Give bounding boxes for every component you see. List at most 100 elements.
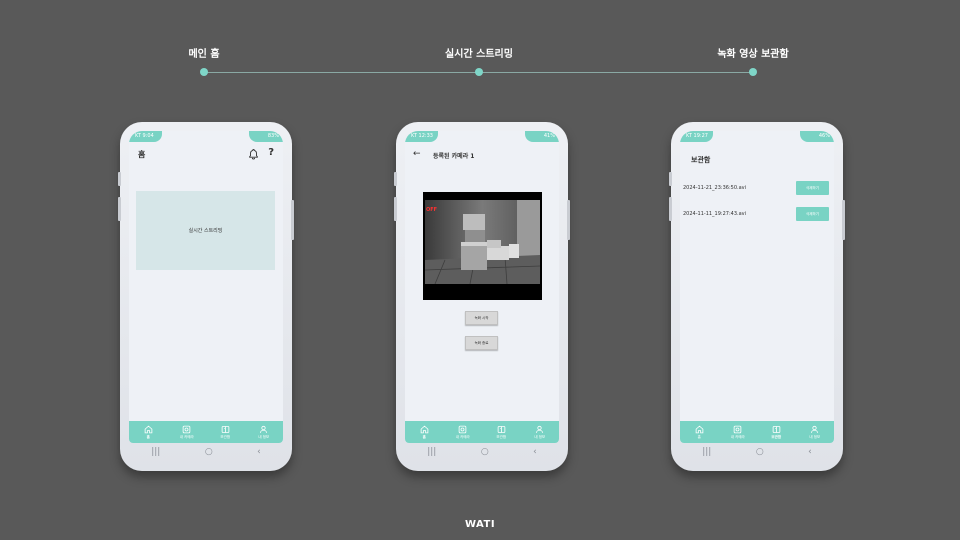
nav-label: 내 카메라 [730,434,745,439]
camera-icon [182,425,191,433]
power-button [291,200,294,240]
screen: KT 9:04 83% 홈 ? 실시간 스트리밍 홈 내 카메라 보관함 내 정… [129,131,283,443]
step-label-live-streaming: 실시간 스트리밍 [445,49,513,60]
recents-icon[interactable]: ||| [427,447,436,457]
page-title: 보관함 [691,156,711,164]
system-back-icon[interactable]: ‹ [533,447,537,457]
nav-item-my-camera[interactable]: 내 카메라 [448,421,478,443]
system-nav: ||| ○ ‹ [129,443,283,461]
status-bar: KT 12:33 41% [405,131,559,143]
nav-label: 내 카메라 [179,434,194,439]
power-button [567,200,570,240]
nav-item-my-info[interactable]: 내 정보 [525,421,555,443]
home-icon [144,425,153,433]
volume-button [118,172,121,186]
phone-live-streaming: KT 12:33 41% ← 등록된 카메라 1 OFF 녹화 시작 녹화 종료… [394,122,570,471]
screen: KT 19:27 46% 보관함 2024-11-21_23:36:50.avi… [680,131,834,443]
nav-label: 보관함 [496,434,507,439]
nav-item-home[interactable]: 홈 [684,421,714,443]
recents-icon[interactable]: ||| [702,447,711,457]
brand-logo: WATI [464,519,496,530]
nav-label: 보관함 [771,434,782,439]
nav-label: 내 정보 [534,434,546,439]
nav-label: 홈 [422,434,426,439]
step-label-recording-storage: 녹화 영상 보관함 [717,49,789,60]
volume-button [118,197,121,221]
timeline-dot [200,68,208,76]
camera-icon [458,425,467,433]
camera-off-indicator: OFF [426,207,438,213]
status-bar: KT 19:27 46% [680,131,834,143]
step-label-main-home: 메인 홈 [188,49,220,60]
home-icon [420,425,429,433]
system-home-icon[interactable]: ○ [756,447,764,457]
user-icon [536,425,544,433]
recording-filename[interactable]: 2024-11-21_23:36:50.avi [683,185,746,191]
nav-label: 홈 [697,434,701,439]
bottom-nav: 홈 내 카메라 보관함 내 정보 [405,421,559,443]
status-carrier-time: KT 12:33 [405,131,438,142]
record-start-button[interactable]: 녹화 시작 [465,311,498,325]
camera-feed-image [425,200,540,284]
nav-item-home[interactable]: 홈 [409,421,439,443]
record-stop-button[interactable]: 녹화 종료 [465,336,498,350]
status-carrier-time: KT 9:04 [129,131,162,142]
phone-home: KT 9:04 83% 홈 ? 실시간 스트리밍 홈 내 카메라 보관함 내 정… [118,122,294,471]
system-back-icon[interactable]: ‹ [257,447,261,457]
storage-icon [772,425,781,433]
system-nav: ||| ○ ‹ [405,443,559,461]
camera-feed: OFF [423,192,542,300]
screen: KT 12:33 41% ← 등록된 카메라 1 OFF 녹화 시작 녹화 종료… [405,131,559,443]
user-icon [260,425,268,433]
page-title: 홈 [138,150,146,159]
user-icon [811,425,819,433]
nav-label: 내 정보 [258,434,270,439]
system-home-icon[interactable]: ○ [205,447,213,457]
nav-item-storage[interactable]: 보관함 [486,421,516,443]
status-battery: 41% [525,131,559,142]
status-carrier-time: KT 19:27 [680,131,713,142]
timeline-dot [475,68,483,76]
status-battery: 46% [800,131,834,142]
system-back-icon[interactable]: ‹ [808,447,812,457]
nav-label: 내 정보 [809,434,821,439]
volume-button [669,197,672,221]
nav-item-home[interactable]: 홈 [133,421,163,443]
nav-item-storage[interactable]: 보관함 [210,421,240,443]
recording-filename[interactable]: 2024-11-11_19:27:43.avi [683,211,746,217]
storage-icon [497,425,506,433]
camera-icon [733,425,742,433]
nav-label: 내 카메라 [455,434,470,439]
volume-button [669,172,672,186]
list-item: 2024-11-21_23:36:50.avi 삭제하기 [683,181,829,195]
phone-storage: KT 19:27 46% 보관함 2024-11-21_23:36:50.avi… [669,122,845,471]
camera-title: 등록된 카메라 1 [433,153,475,160]
nav-item-my-camera[interactable]: 내 카메라 [172,421,202,443]
home-icon [695,425,704,433]
delete-button[interactable]: 삭제하기 [796,207,829,221]
nav-item-my-info[interactable]: 내 정보 [249,421,279,443]
live-streaming-card[interactable]: 실시간 스트리밍 [136,191,275,270]
volume-button [394,197,397,221]
bottom-nav: 홈 내 카메라 보관함 내 정보 [129,421,283,443]
live-streaming-label: 실시간 스트리밍 [188,228,223,234]
nav-label: 보관함 [220,434,231,439]
help-icon[interactable]: ? [268,147,274,158]
volume-button [394,172,397,186]
bell-icon[interactable] [248,148,259,160]
recents-icon[interactable]: ||| [151,447,160,457]
timeline-dot [749,68,757,76]
status-bar: KT 9:04 83% [129,131,283,143]
system-home-icon[interactable]: ○ [481,447,489,457]
back-arrow-icon[interactable]: ← [413,149,421,159]
bottom-nav: 홈 내 카메라 보관함 내 정보 [680,421,834,443]
delete-button[interactable]: 삭제하기 [796,181,829,195]
nav-label: 홈 [146,434,150,439]
nav-item-my-camera[interactable]: 내 카메라 [723,421,753,443]
nav-item-storage[interactable]: 보관함 [761,421,791,443]
power-button [842,200,845,240]
nav-item-my-info[interactable]: 내 정보 [800,421,830,443]
list-item: 2024-11-11_19:27:43.avi 삭제하기 [683,207,829,221]
status-battery: 83% [249,131,283,142]
storage-icon [221,425,230,433]
